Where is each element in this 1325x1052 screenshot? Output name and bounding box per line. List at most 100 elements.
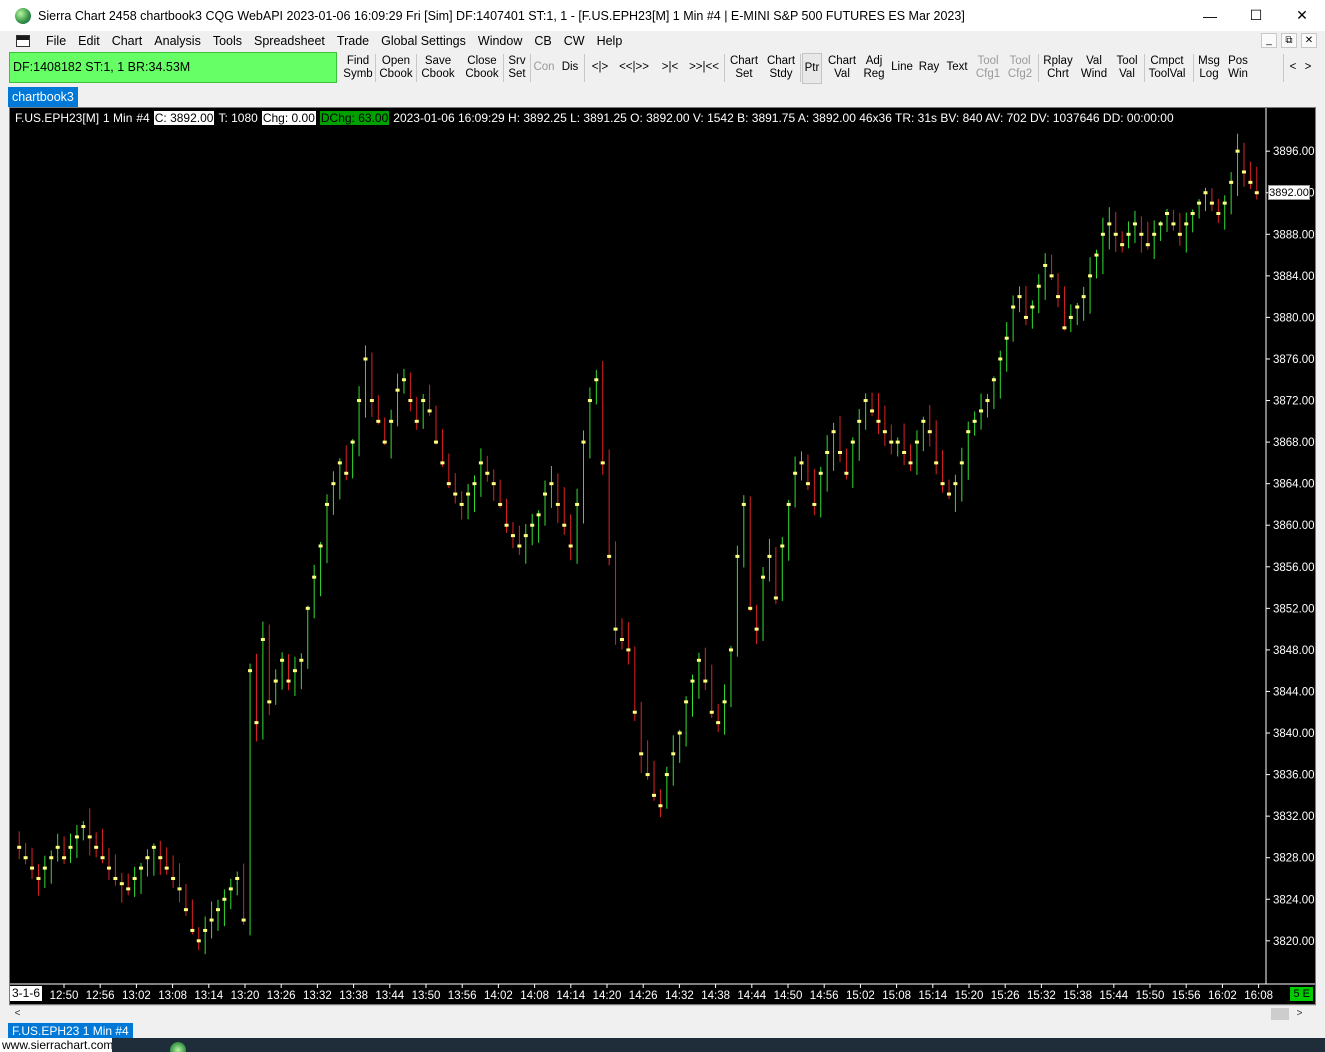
- website-link[interactable]: www.sierrachart.com: [0, 1038, 116, 1052]
- price-bar: [1088, 257, 1093, 314]
- price-bar: [55, 833, 60, 862]
- menu-help[interactable]: Help: [591, 34, 629, 48]
- toolbar-button-chart-stdy[interactable]: Chart Stdy: [764, 53, 798, 84]
- toolbar-button-msg-log[interactable]: Msg Log: [1196, 53, 1222, 84]
- toolbar-button-open-cbook[interactable]: Open Cbook: [378, 53, 414, 84]
- toolbar-button-tool-cfg1[interactable]: Tool Cfg1: [974, 53, 1002, 84]
- price-bar: [895, 437, 900, 457]
- menu-edit[interactable]: Edit: [72, 34, 106, 48]
- price-bar: [940, 450, 945, 493]
- toolbar-separator: [584, 54, 585, 82]
- toolbar-button-close-cbook[interactable]: Close Cbook: [462, 53, 502, 84]
- price-bar: [472, 475, 477, 513]
- window-menu-icon[interactable]: [16, 35, 30, 47]
- price-bar-close: [81, 825, 86, 829]
- price-bar: [1177, 213, 1182, 246]
- price-bar: [273, 669, 278, 705]
- toolbar-button-rplay-chrt[interactable]: Rplay Chrt: [1042, 53, 1074, 84]
- taskbar-app-icon[interactable]: [170, 1042, 186, 1052]
- toolbar-button-adj-reg[interactable]: Adj Reg: [862, 53, 886, 84]
- menu-analysis[interactable]: Analysis: [148, 34, 207, 48]
- menu-cb[interactable]: CB: [528, 34, 557, 48]
- menu-file[interactable]: File: [40, 34, 72, 48]
- toolbar-button-x[interactable]: <: [1287, 53, 1299, 84]
- toolbar-button-srv-set[interactable]: Srv Set: [506, 53, 528, 84]
- price-bar: [466, 483, 471, 520]
- toolbar-button-xxx[interactable]: >|<: [658, 53, 682, 84]
- price-bar-close: [837, 450, 842, 454]
- chart-region[interactable]: 3820.00 3824.00 3828.00 3832.00 3836.00 3840.…: [9, 107, 1316, 1005]
- menu-tools[interactable]: Tools: [207, 34, 248, 48]
- price-bar: [1203, 187, 1208, 212]
- price-bar: [292, 656, 297, 696]
- price-bar: [440, 429, 445, 467]
- menu-spreadsheet[interactable]: Spreadsheet: [248, 34, 331, 48]
- price-bar: [414, 396, 419, 430]
- toolbar-button-text[interactable]: Text: [944, 53, 970, 84]
- time-tick-label: 13:14: [194, 990, 223, 1002]
- price-bar: [382, 417, 387, 446]
- price-bar: [645, 740, 650, 780]
- price-bar-close: [991, 378, 996, 382]
- toolbar-button-find-symb[interactable]: Find Symb: [343, 53, 373, 84]
- menu-global-settings[interactable]: Global Settings: [375, 34, 472, 48]
- toolbar-button-ptr[interactable]: Ptr: [802, 53, 822, 84]
- toolbar-button-chart-set[interactable]: Chart Set: [728, 53, 760, 84]
- toolbar-button-cmpct-toolval[interactable]: Cmpct ToolVal: [1146, 53, 1188, 84]
- toolbar-button-xxxxx[interactable]: <<|>>: [616, 53, 652, 84]
- menu-chart[interactable]: Chart: [106, 34, 149, 48]
- maximize-button[interactable]: ☐: [1233, 0, 1279, 31]
- price-bar-close: [350, 440, 355, 444]
- price-bar: [536, 510, 541, 543]
- mdi-minimize-button[interactable]: _: [1261, 33, 1277, 48]
- price-bar: [1152, 220, 1157, 260]
- price-bar: [664, 766, 669, 809]
- toolbar-button-ray[interactable]: Ray: [918, 53, 940, 84]
- menu-cw[interactable]: CW: [558, 34, 591, 48]
- close-button[interactable]: ✕: [1279, 0, 1325, 31]
- scroll-right-arrow-icon[interactable]: >: [1291, 1006, 1308, 1022]
- toolbar-button-tool-val[interactable]: Tool Val: [1114, 53, 1140, 84]
- toolbar-button-xxx[interactable]: <|>: [588, 53, 612, 84]
- price-bar: [543, 480, 548, 526]
- toolbar-button-con[interactable]: Con: [532, 53, 556, 84]
- toolbar-button-line[interactable]: Line: [889, 53, 915, 84]
- toolbar-separator: [724, 54, 725, 82]
- toolbar-button-chart-val[interactable]: Chart Val: [826, 53, 858, 84]
- time-tick-label: 13:56: [448, 990, 477, 1002]
- time-tick-label: 13:32: [303, 990, 332, 1002]
- price-tick-label: 3864.00: [1273, 479, 1315, 491]
- price-bar-close: [1043, 263, 1048, 267]
- toolbar-button-xxxxx[interactable]: >>|<<: [686, 53, 722, 84]
- menu-window[interactable]: Window: [472, 34, 528, 48]
- scroll-left-arrow-icon[interactable]: <: [9, 1006, 26, 1022]
- price-bar-close: [100, 856, 105, 860]
- toolbar-button-save-cbook[interactable]: Save Cbook: [419, 53, 457, 84]
- price-chart-svg[interactable]: 3820.00 3824.00 3828.00 3832.00 3836.00 3840.…: [10, 108, 1315, 1004]
- toolbar-button-tool-cfg2[interactable]: Tool Cfg2: [1006, 53, 1034, 84]
- mdi-close-button[interactable]: ✕: [1301, 33, 1317, 48]
- price-bar-close: [1177, 232, 1182, 236]
- toolbar-button-val-wind[interactable]: Val Wind: [1078, 53, 1110, 84]
- mdi-restore-button[interactable]: ⧉: [1281, 33, 1297, 48]
- price-bar: [248, 663, 253, 936]
- price-bar-close: [870, 409, 875, 413]
- price-bar-close: [696, 658, 701, 662]
- toolbar-button-x[interactable]: >: [1302, 53, 1314, 84]
- horizontal-scrollbar[interactable]: < >: [9, 1005, 1316, 1022]
- price-bar: [1011, 295, 1016, 342]
- se-label: 5 E: [1290, 987, 1313, 1001]
- chartbook-tab[interactable]: chartbook3: [8, 87, 78, 107]
- minimize-button[interactable]: —: [1187, 0, 1233, 31]
- price-bar: [344, 445, 349, 481]
- price-bar-close: [421, 399, 426, 403]
- price-bar-close: [780, 544, 785, 548]
- price-bar: [748, 496, 753, 612]
- scrollbar-thumb[interactable]: [1271, 1008, 1289, 1020]
- price-bar-close: [158, 856, 163, 860]
- price-bar-close: [228, 887, 233, 891]
- menu-trade[interactable]: Trade: [331, 34, 375, 48]
- price-bar: [1241, 142, 1246, 187]
- toolbar-button-pos-win[interactable]: Pos Win: [1226, 53, 1250, 84]
- toolbar-button-dis[interactable]: Dis: [559, 53, 581, 84]
